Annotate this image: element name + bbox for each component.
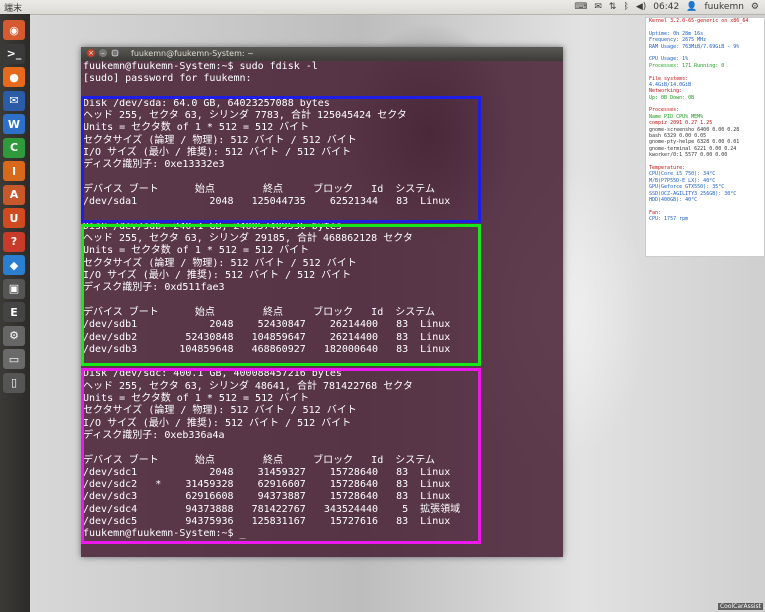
indicator-area: ⌨ ✉ ⇅ ᛒ ◀) 06:42 👤 fuukemn ⚙ [574, 0, 759, 14]
terminal-title: fuukemn@fuukemn-System: ~ [131, 49, 254, 58]
monitor-row: Kernel 3.2.0-65-generic on x86_64 [649, 18, 749, 24]
launcher-firefox-icon[interactable]: ● [3, 67, 25, 87]
launcher-editor-icon[interactable]: E [3, 302, 25, 322]
highlight-box-sdb [81, 224, 481, 366]
mail-icon[interactable]: ✉ [594, 0, 602, 14]
launcher-drive-icon[interactable]: ▭ [3, 349, 25, 369]
power-icon[interactable]: ⚙ [751, 0, 759, 14]
app-menu-title[interactable]: 端末 [4, 1, 22, 14]
launcher-thunderbird-icon[interactable]: ✉ [3, 90, 25, 111]
network-icon[interactable]: ⇅ [609, 0, 617, 14]
launcher: ◉ >_ ● ✉ W C I A U? ◆ ▣ E ⚙ ▭ ▯ [0, 14, 30, 612]
maximize-icon[interactable]: □ [111, 49, 119, 57]
system-monitor-widget: Kernel 3.2.0-65-generic on x86_64 Uptime:… [645, 17, 765, 257]
launcher-impress-icon[interactable]: I [3, 161, 25, 181]
user-name[interactable]: fuukemn [704, 0, 743, 14]
top-panel: 端末 ⌨ ✉ ⇅ ᛒ ◀) 06:42 👤 fuukemn ⚙ [0, 0, 765, 15]
launcher-terminal-icon[interactable]: >_ [3, 43, 25, 64]
highlight-box-sda [81, 96, 481, 223]
highlight-box-sdc [81, 368, 481, 544]
launcher-software-center-icon[interactable]: A [3, 184, 25, 205]
launcher-dropbox-icon[interactable]: ◆ [3, 255, 25, 275]
volume-icon[interactable]: ◀) [636, 0, 646, 14]
minimize-icon[interactable]: – [99, 49, 107, 57]
launcher-settings-icon[interactable]: ⚙ [3, 325, 25, 346]
monitor-row: CPU: 1757 rpm [649, 216, 689, 223]
launcher-ubuntu-one-icon[interactable]: U [3, 208, 25, 228]
clock[interactable]: 06:42 [653, 0, 679, 14]
launcher-writer-icon[interactable]: W [3, 114, 25, 134]
terminal-line: [sudo] password for fuukemn: [83, 73, 252, 85]
watermark: CoolCarAssist [717, 603, 763, 610]
launcher-screenshot-icon[interactable]: ▣ [3, 278, 25, 299]
launcher-dash-home-icon[interactable]: ◉ [3, 20, 25, 40]
bluetooth-icon[interactable]: ᛒ [623, 0, 628, 14]
launcher-trash-icon[interactable]: ▯ [3, 372, 25, 393]
close-icon[interactable]: × [87, 49, 95, 57]
launcher-calc-icon[interactable]: C [3, 137, 25, 158]
keyboard-icon[interactable]: ⌨ [574, 0, 587, 14]
terminal-line: fuukemn@fuukemn-System:~$ sudo fdisk -l [83, 61, 318, 72]
terminal-titlebar[interactable]: × – □ fuukemn@fuukemn-System: ~ [81, 47, 563, 61]
user-icon: 👤 [686, 2, 698, 12]
launcher-help-icon[interactable]: ? [3, 231, 25, 252]
